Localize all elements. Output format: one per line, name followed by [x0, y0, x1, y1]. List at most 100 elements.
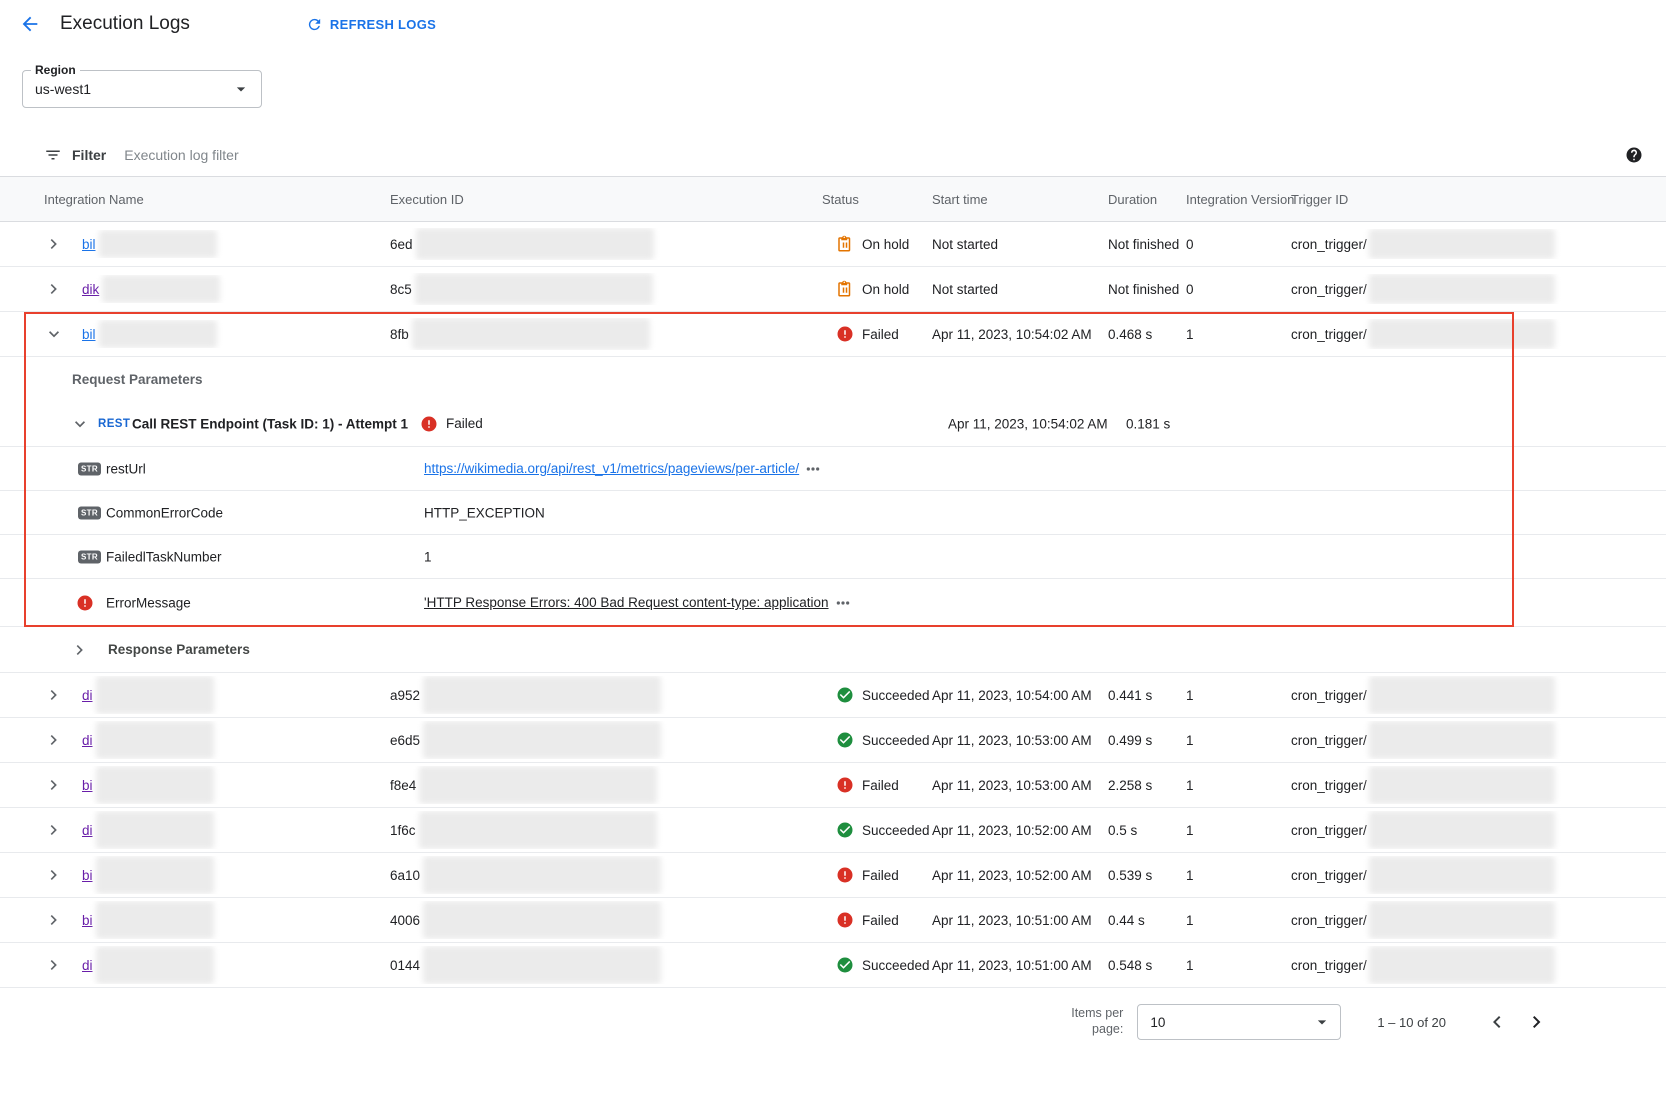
integration-version: 0	[1186, 237, 1291, 252]
execution-logs-page: Execution Logs REFRESH LOGS Region us-we…	[0, 0, 1666, 1105]
param-name: ErrorMessage	[106, 595, 191, 610]
refresh-icon	[306, 16, 323, 33]
table-row[interactable]: bil 6ed On hold Not started Not finished…	[0, 222, 1666, 267]
task-start-time: Apr 11, 2023, 10:54:02 AM	[948, 416, 1108, 431]
start-time: Apr 11, 2023, 10:52:00 AM	[932, 868, 1108, 883]
redacted-blur	[96, 721, 214, 759]
more-button[interactable]	[833, 595, 853, 611]
execution-id: 4006	[390, 913, 420, 928]
expand-chevron-button[interactable]	[44, 820, 82, 840]
items-per-page-label: Items per page:	[1059, 1006, 1123, 1037]
integration-version: 1	[1186, 868, 1291, 883]
arrow-back-icon	[19, 13, 41, 35]
prev-page-button[interactable]	[1480, 1005, 1514, 1039]
table-row[interactable]: dik 8c5 On hold Not started Not finished…	[0, 267, 1666, 312]
expand-chevron-button[interactable]	[70, 640, 90, 660]
filter-input[interactable]	[124, 147, 1618, 163]
chevron-right-icon	[44, 234, 64, 254]
more-icon	[805, 461, 821, 477]
table-row[interactable]: di a952 Succeeded Apr 11, 2023, 10:54:00…	[0, 673, 1666, 718]
filter-icon	[44, 146, 62, 164]
execution-id: f8e4	[390, 778, 416, 793]
table-row[interactable]: bi 6a10 Failed Apr 11, 2023, 10:52:00 AM…	[0, 853, 1666, 898]
table-row[interactable]: bi f8e4 Failed Apr 11, 2023, 10:53:00 AM…	[0, 763, 1666, 808]
succeeded-icon	[836, 956, 854, 974]
expand-chevron-button[interactable]	[44, 279, 82, 299]
chevron-right-icon	[44, 820, 64, 840]
filter-label: Filter	[72, 147, 106, 163]
more-button[interactable]	[803, 461, 823, 477]
back-button[interactable]	[14, 8, 46, 40]
param-row: STR restUrl https://wikimedia.org/api/re…	[0, 447, 1666, 491]
collapse-chevron-button[interactable]	[70, 414, 90, 434]
rest-url-link[interactable]: https://wikimedia.org/api/rest_v1/metric…	[424, 461, 799, 476]
table-row[interactable]: bil 8fb Failed Apr 11, 2023, 10:54:02 AM…	[0, 312, 1666, 357]
redacted-blur	[1369, 901, 1555, 939]
status-text: Failed	[862, 868, 899, 883]
refresh-logs-button[interactable]: REFRESH LOGS	[306, 16, 436, 33]
integration-name-link[interactable]: di	[82, 688, 93, 703]
dropdown-arrow-icon	[231, 79, 251, 99]
expand-chevron-button[interactable]	[44, 910, 82, 930]
expand-chevron-button[interactable]	[44, 775, 82, 795]
integration-name-link[interactable]: di	[82, 958, 93, 973]
param-row: ErrorMessage 'HTTP Response Errors: 400 …	[0, 579, 1666, 627]
expand-chevron-button[interactable]	[44, 234, 82, 254]
trigger-id: cron_trigger/	[1291, 733, 1367, 748]
items-per-page-select[interactable]: 10	[1137, 1004, 1341, 1040]
integration-version: 1	[1186, 327, 1291, 342]
column-header-duration: Duration	[1108, 192, 1186, 207]
redacted-blur	[1369, 676, 1555, 714]
status-text: Failed	[862, 778, 899, 793]
table-row[interactable]: bi 4006 Failed Apr 11, 2023, 10:51:00 AM…	[0, 898, 1666, 943]
collapse-chevron-button[interactable]	[44, 324, 82, 344]
onhold-icon	[836, 235, 854, 253]
string-type-badge: STR	[78, 506, 101, 519]
execution-id: 8fb	[390, 327, 409, 342]
column-header-start-time: Start time	[932, 192, 1108, 207]
status-text: On hold	[862, 237, 909, 252]
task-row[interactable]: REST Call REST Endpoint (Task ID: 1) - A…	[0, 401, 1666, 447]
status-text: On hold	[862, 282, 909, 297]
integration-name-link[interactable]: bil	[82, 237, 96, 252]
next-page-button[interactable]	[1520, 1005, 1554, 1039]
integration-name-link[interactable]: bi	[82, 913, 93, 928]
region-select[interactable]: Region us-west1	[22, 70, 262, 108]
table-row[interactable]: di 1f6c Succeeded Apr 11, 2023, 10:52:00…	[0, 808, 1666, 853]
redacted-blur	[423, 901, 661, 939]
start-time: Apr 11, 2023, 10:53:00 AM	[932, 733, 1108, 748]
start-time: Not started	[932, 282, 1108, 297]
chevron-right-icon	[44, 865, 64, 885]
expand-chevron-button[interactable]	[44, 730, 82, 750]
duration: 0.5 s	[1108, 823, 1186, 838]
expand-chevron-button[interactable]	[44, 865, 82, 885]
integration-name-link[interactable]: bil	[82, 327, 96, 342]
start-time: Apr 11, 2023, 10:51:00 AM	[932, 913, 1108, 928]
trigger-id: cron_trigger/	[1291, 958, 1367, 973]
expand-chevron-button[interactable]	[44, 685, 82, 705]
integration-version: 0	[1186, 282, 1291, 297]
items-per-page-value: 10	[1150, 1015, 1165, 1030]
succeeded-icon	[836, 686, 854, 704]
chevron-right-icon	[44, 955, 64, 975]
integration-name-link[interactable]: bi	[82, 778, 93, 793]
trigger-id: cron_trigger/	[1291, 327, 1367, 342]
integration-name-link[interactable]: di	[82, 823, 93, 838]
failed-icon	[836, 776, 854, 794]
table-row[interactable]: di e6d5 Succeeded Apr 11, 2023, 10:53:00…	[0, 718, 1666, 763]
integration-name-link[interactable]: dik	[82, 282, 99, 297]
redacted-blur	[419, 811, 657, 849]
redacted-blur	[416, 228, 654, 260]
duration: Not finished	[1108, 237, 1186, 252]
trigger-id: cron_trigger/	[1291, 237, 1367, 252]
trigger-id: cron_trigger/	[1291, 778, 1367, 793]
expand-chevron-button[interactable]	[44, 955, 82, 975]
integration-name-link[interactable]: di	[82, 733, 93, 748]
integration-name-link[interactable]: bi	[82, 868, 93, 883]
help-button[interactable]	[1618, 139, 1650, 171]
redacted-blur	[423, 856, 661, 894]
table-row[interactable]: di 0144 Succeeded Apr 11, 2023, 10:51:00…	[0, 943, 1666, 988]
response-parameters-row[interactable]: Response Parameters	[0, 627, 1666, 673]
failed-icon	[836, 325, 854, 343]
error-message-link[interactable]: 'HTTP Response Errors: 400 Bad Request c…	[424, 595, 829, 610]
